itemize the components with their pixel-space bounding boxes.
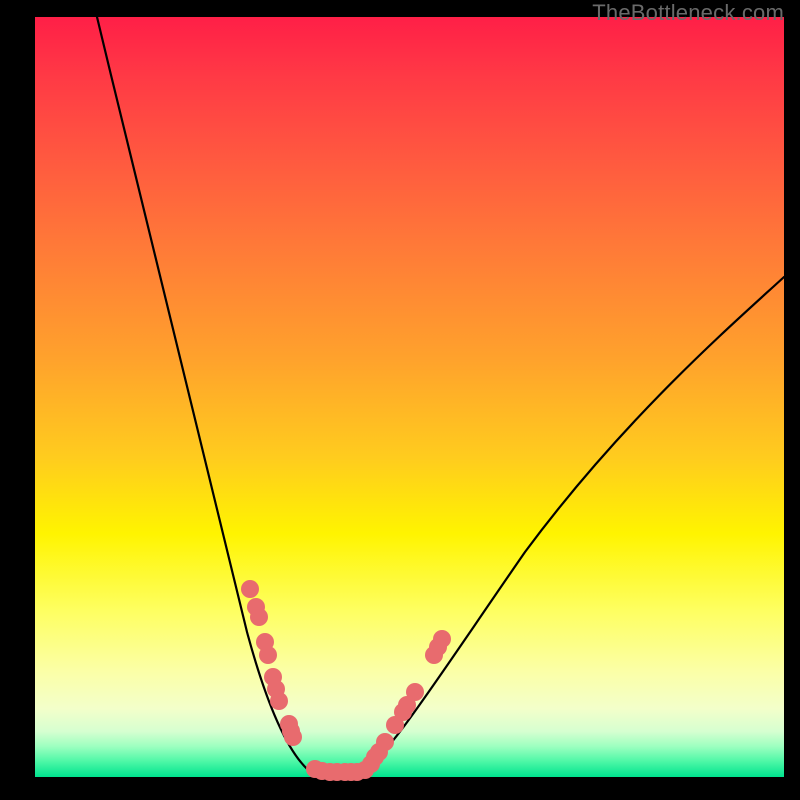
scatter-dots	[241, 580, 451, 781]
chart-frame: TheBottleneck.com	[0, 0, 800, 800]
plot-area	[35, 17, 784, 777]
watermark-text: TheBottleneck.com	[592, 0, 784, 26]
bottleneck-curve	[97, 17, 784, 776]
chart-svg	[35, 17, 784, 777]
